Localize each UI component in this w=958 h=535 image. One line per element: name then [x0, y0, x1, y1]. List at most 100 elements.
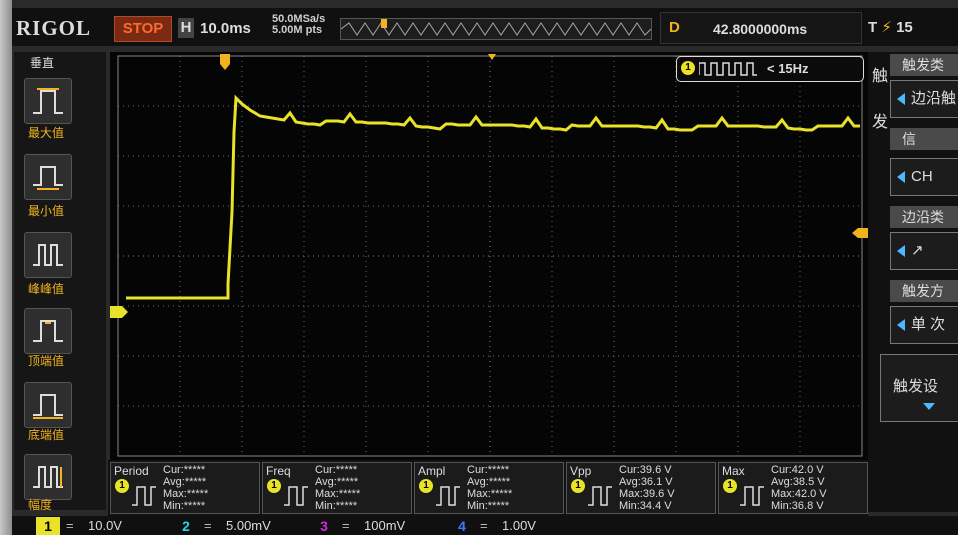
measurement-min-value: 34.4 V	[639, 500, 672, 512]
measurement-panel: Period 1 Cur:***** Avg:***** Max:***** Min:**…	[108, 460, 868, 516]
measurement-cur-value: *****	[183, 464, 206, 476]
delay-label: D	[669, 19, 680, 36]
measurement-max-label: Max:	[467, 488, 491, 500]
measurement-min: Min:36.8 V	[771, 501, 824, 512]
frequency-readout: < 15Hz	[767, 61, 809, 76]
softkey-max-label: 最大值	[28, 126, 65, 140]
menu-source[interactable]: CH	[890, 158, 958, 196]
channel-4-button[interactable]: 4	[450, 517, 474, 535]
softkey-min[interactable]	[24, 154, 72, 200]
measurement-min-label: Min:	[315, 500, 336, 512]
pulse-icon	[132, 486, 156, 506]
measurement-name: Vpp	[570, 464, 592, 478]
measurement-cur: Cur:*****	[467, 465, 509, 476]
measurement-max: Max:*****	[163, 489, 208, 500]
menu-trigger-setup-label: 触发设	[893, 378, 939, 395]
measurement-max[interactable]: Max 1 Cur:42.0 V Avg:38.5 V Max:42.0 V Min:36…	[718, 462, 868, 514]
measurement-max-value: *****	[338, 488, 361, 500]
menu-trigger-setup[interactable]: 触发设	[880, 354, 958, 422]
measurement-min: Min:*****	[467, 501, 509, 512]
channel-1-button[interactable]: 1	[36, 517, 60, 535]
measurement-avg: Avg:*****	[467, 477, 510, 488]
coupling-icon: =	[480, 518, 488, 533]
measurement-max-label: Max:	[163, 488, 187, 500]
measurement-min-value: *****	[335, 500, 358, 512]
measurement-min: Min:*****	[163, 501, 205, 512]
measurement-cur-label: Cur:	[315, 464, 336, 476]
channel-badge: 1	[419, 479, 433, 493]
softkey-top-label: 顶端值	[28, 354, 65, 368]
pulse-base-icon	[33, 394, 63, 419]
pulse-icon	[588, 486, 612, 506]
right-side-label-2: 发	[872, 114, 889, 131]
softkey-amp-label: 幅度	[28, 498, 53, 512]
channel-4-scale: 1.00V	[502, 518, 536, 533]
measurement-min-value: *****	[487, 500, 510, 512]
timebase-value[interactable]: 10.0ms	[200, 20, 251, 37]
measurement-max: Max:*****	[315, 489, 360, 500]
measurement-max-value: 39.6 V	[642, 488, 675, 500]
measurement-avg-value: 38.5 V	[792, 476, 825, 488]
waveform-display[interactable]: 1 < 15Hz	[110, 52, 868, 460]
measurement-max-label: Max:	[771, 488, 795, 500]
measurement-cur-value: *****	[335, 464, 358, 476]
delay-box[interactable]: D 42.8000000ms	[660, 12, 862, 44]
softkey-max[interactable]	[24, 78, 72, 124]
left-bezel	[0, 0, 12, 535]
menu-trigger-mode[interactable]: 单 次	[890, 306, 958, 344]
memory-overview-bar	[340, 18, 652, 40]
measurement-freq[interactable]: Freq 1 Cur:***** Avg:***** Max:***** Min:****…	[262, 462, 412, 514]
run-stop-indicator[interactable]: STOP	[114, 16, 172, 42]
menu-trigger-type[interactable]: 边沿触	[890, 80, 958, 118]
measurement-max: Max:42.0 V	[771, 489, 827, 500]
memory-depth: 5.00M pts	[272, 24, 323, 36]
status-bar: RIGOL STOP H 10.0ms 50.0MSa/s 5.00M pts …	[12, 8, 958, 46]
measurement-avg-label: Avg:	[315, 476, 337, 488]
measurement-ampl[interactable]: Ampl 1 Cur:***** Avg:***** Max:***** Min:****…	[414, 462, 564, 514]
channel-bar: 1 = 10.0V 2 = 5.00mV 3 = 100mV 4 = 1.00V	[12, 516, 958, 535]
measurement-max: Max:*****	[467, 489, 512, 500]
channel-1-scale: 10.0V	[88, 518, 122, 533]
pulse-pkpk-icon	[33, 244, 63, 266]
trigger-position-marker[interactable]	[220, 54, 230, 70]
brand-logo: RIGOL	[16, 16, 92, 40]
arrow-left-icon	[897, 171, 905, 184]
measurement-min: Min:34.4 V	[619, 501, 672, 512]
delay-value: 42.8000000ms	[713, 21, 808, 37]
measurement-cur: Cur:*****	[163, 465, 205, 476]
softkey-base-label: 底端值	[28, 428, 65, 442]
coupling-icon: =	[204, 518, 212, 533]
horizontal-label: H	[178, 18, 194, 38]
channel-badge: 1	[571, 479, 585, 493]
pulse-min-icon	[33, 166, 63, 190]
measurement-max-value: *****	[490, 488, 513, 500]
softkey-base[interactable]	[24, 382, 72, 428]
softkey-amp[interactable]	[24, 454, 72, 500]
measurement-name: Ampl	[418, 464, 446, 478]
measurement-min-value: 36.8 V	[791, 500, 824, 512]
measurement-name: Max	[722, 464, 745, 478]
ch1-waveform	[126, 94, 860, 300]
arrow-left-icon	[897, 245, 905, 258]
measurement-max-label: Max:	[619, 488, 643, 500]
measurement-cur-value: *****	[487, 464, 510, 476]
menu-edge-type[interactable]: ↗	[890, 232, 958, 270]
measurement-name: Period	[114, 464, 149, 478]
measurement-period[interactable]: Period 1 Cur:***** Avg:***** Max:***** Min:**…	[110, 462, 260, 514]
measurement-avg: Avg:36.1 V	[619, 477, 673, 488]
measurement-vpp[interactable]: Vpp 1 Cur:39.6 V Avg:36.1 V Max:39.6 V Min:34…	[566, 462, 716, 514]
softkey-top[interactable]	[24, 308, 72, 354]
softkey-pkpk[interactable]	[24, 232, 72, 278]
pulse-max-icon	[33, 88, 63, 114]
measurement-avg: Avg:*****	[163, 477, 206, 488]
ch1-ground-marker[interactable]	[110, 306, 128, 318]
chevron-down-icon	[923, 403, 935, 410]
softkey-min-label: 最小值	[28, 204, 65, 218]
coupling-icon: =	[66, 518, 74, 533]
channel-2-button[interactable]: 2	[174, 517, 198, 535]
measurement-avg-label: Avg:	[467, 476, 489, 488]
trigger-level-marker[interactable]	[852, 228, 868, 238]
channel-3-button[interactable]: 3	[312, 517, 336, 535]
measurement-cur-label: Cur:	[619, 464, 640, 476]
sample-info: 50.0MSa/s 5.00M pts	[272, 14, 325, 36]
